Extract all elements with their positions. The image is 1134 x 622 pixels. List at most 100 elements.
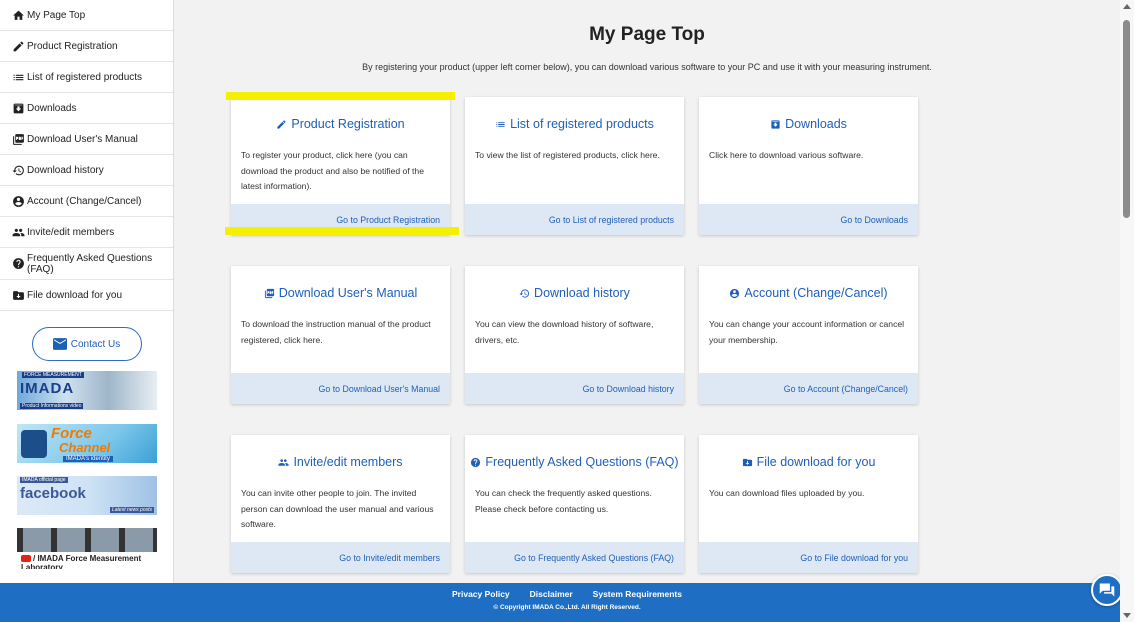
card-link-registered-products[interactable]: Go to List of registered products <box>465 204 684 235</box>
sidebar-item-faq[interactable]: Frequently Asked Questions (FAQ) <box>0 248 173 280</box>
card-product-registration: Product Registration To register your pr… <box>231 97 450 235</box>
youtube-icon <box>21 555 31 563</box>
card-description: To download the instruction manual of th… <box>241 319 431 345</box>
disclaimer-link[interactable]: Disclaimer <box>530 589 573 599</box>
card-download-history: Download history You can view the downlo… <box>465 266 684 404</box>
banner-caption: FORCE MEASUREMENT <box>22 372 84 378</box>
sidebar-item-label: List of registered products <box>27 71 143 83</box>
pdf-icon <box>264 288 274 298</box>
card-title-text: Invite/edit members <box>293 455 403 469</box>
sidebar-item-file-download[interactable]: File download for you <box>0 280 173 311</box>
card-description: Click here to download various software. <box>709 150 864 160</box>
sidebar-item-label: Frequently Asked Questions (FAQ) <box>27 252 153 275</box>
page-description: By registering your product (upper left … <box>362 62 932 72</box>
card-title-text: Downloads <box>785 117 847 131</box>
footer: Privacy Policy Disclaimer System Require… <box>0 583 1120 622</box>
card-title-text: File download for you <box>756 455 876 469</box>
youtube-banner[interactable]: / IMADA Force Measurement Laboratory <box>17 528 157 569</box>
card-title[interactable]: Download history <box>465 286 684 300</box>
scroll-up-arrow[interactable] <box>1123 4 1131 9</box>
chat-icon <box>1099 583 1115 597</box>
card-description: To view the list of registered products,… <box>475 150 660 160</box>
card-title-text: Frequently Asked Questions (FAQ) <box>485 455 679 469</box>
youtube-banner-label: / IMADA Force Measurement Laboratory <box>21 554 142 569</box>
card-link-faq[interactable]: Go to Frequently Asked Questions (FAQ) <box>465 542 684 573</box>
card-title[interactable]: Invite/edit members <box>231 455 450 469</box>
card-link-download-history[interactable]: Go to Download history <box>465 373 684 404</box>
card-title-text: List of registered products <box>510 117 654 131</box>
card-title-text: Download history <box>534 286 630 300</box>
pencil-icon <box>11 39 25 53</box>
privacy-policy-link[interactable]: Privacy Policy <box>452 589 510 599</box>
banner-caption: / IMADA Force Measurement Laboratory <box>21 554 157 569</box>
phone-icon <box>21 430 47 458</box>
sidebar-item-my-page-top[interactable]: My Page Top <box>0 0 173 31</box>
card-title[interactable]: File download for you <box>699 455 918 469</box>
people-icon <box>278 458 289 466</box>
help-circle-icon <box>11 257 25 271</box>
card-title[interactable]: Downloads <box>699 117 918 131</box>
contact-us-label: Contact Us <box>70 338 121 350</box>
vertical-scrollbar[interactable] <box>1120 0 1134 622</box>
sidebar-item-account[interactable]: Account (Change/Cancel) <box>0 186 173 217</box>
banner-logo-text: IMADA <box>20 380 75 397</box>
history-icon <box>519 288 530 298</box>
system-requirements-link[interactable]: System Requirements <box>593 589 682 599</box>
card-link-downloads[interactable]: Go to Downloads <box>699 204 918 235</box>
card-link-file-download[interactable]: Go to File download for you <box>699 542 918 573</box>
sidebar-item-label: Downloads <box>27 102 77 114</box>
sidebar-item-label: Account (Change/Cancel) <box>27 195 142 207</box>
account-circle-icon <box>730 288 740 298</box>
card-title[interactable]: Download User's Manual <box>231 286 450 300</box>
sidebar-item-product-registration[interactable]: Product Registration <box>0 31 173 62</box>
folder-download-icon <box>11 288 25 302</box>
list-icon <box>496 121 505 127</box>
card-link-account[interactable]: Go to Account (Change/Cancel) <box>699 373 918 404</box>
card-title[interactable]: List of registered products <box>465 117 684 131</box>
card-description: To register your product, click here (yo… <box>241 150 424 191</box>
card-title-text: Download User's Manual <box>278 286 418 300</box>
card-invite-members: Invite/edit members You can invite other… <box>231 435 450 573</box>
banner-caption: Latest news posts <box>109 507 154 513</box>
highlight-mark-bottom <box>225 227 459 235</box>
highlight-mark-top <box>226 92 455 100</box>
contact-us-button[interactable]: Contact Us <box>31 327 142 361</box>
card-link-user-manual[interactable]: Go to Download User's Manual <box>231 373 450 404</box>
card-registered-products: List of registered products To view the … <box>465 97 684 235</box>
sidebar-item-registered-products[interactable]: List of registered products <box>0 62 173 93</box>
help-circle-icon <box>471 457 481 467</box>
sidebar-item-label: Download history <box>27 164 104 176</box>
card-downloads: Downloads Click here to download various… <box>699 97 918 235</box>
chat-button[interactable] <box>1091 574 1123 606</box>
card-title[interactable]: Product Registration <box>231 117 450 131</box>
banner-caption: Product Informations video <box>20 403 84 409</box>
card-file-download: File download for you You can download f… <box>699 435 918 573</box>
sidebar-item-label: Download User's Manual <box>27 133 138 145</box>
card-title[interactable]: Account (Change/Cancel) <box>699 286 918 300</box>
card-title[interactable]: Frequently Asked Questions (FAQ) <box>465 455 684 469</box>
card-link-invite-members[interactable]: Go to Invite/edit members <box>231 542 450 573</box>
pencil-icon <box>277 119 286 129</box>
facebook-banner[interactable]: IMADA official page facebook Latest news… <box>17 476 157 515</box>
folder-download-icon <box>742 458 752 466</box>
banner-logo-text: facebook <box>20 485 86 502</box>
banner-logo-text: Channel <box>59 440 111 455</box>
scroll-down-arrow[interactable] <box>1123 613 1131 618</box>
imada-video-banner[interactable]: FORCE MEASUREMENT IMADA Product Informat… <box>17 371 157 410</box>
sidebar-item-label: File download for you <box>27 289 123 301</box>
force-channel-banner[interactable]: Force Channel IMADA's identity <box>17 424 157 463</box>
list-icon <box>11 70 25 84</box>
scroll-thumb[interactable] <box>1123 20 1130 218</box>
card-description: You can check the frequently asked quest… <box>475 488 652 514</box>
banner-caption: IMADA's identity <box>63 456 113 462</box>
sidebar-item-downloads[interactable]: Downloads <box>0 93 173 124</box>
sidebar-item-user-manual[interactable]: Download User's Manual <box>0 124 173 155</box>
footer-links: Privacy Policy Disclaimer System Require… <box>0 589 1134 599</box>
sidebar-item-invite-members[interactable]: Invite/edit members <box>0 217 173 248</box>
card-description: You can view the download history of sof… <box>475 319 654 345</box>
history-icon <box>11 163 25 177</box>
card-faq: Frequently Asked Questions (FAQ) You can… <box>465 435 684 573</box>
sidebar: My Page Top Product Registration List of… <box>0 0 174 583</box>
page-title: My Page Top <box>589 24 705 45</box>
sidebar-item-download-history[interactable]: Download history <box>0 155 173 186</box>
